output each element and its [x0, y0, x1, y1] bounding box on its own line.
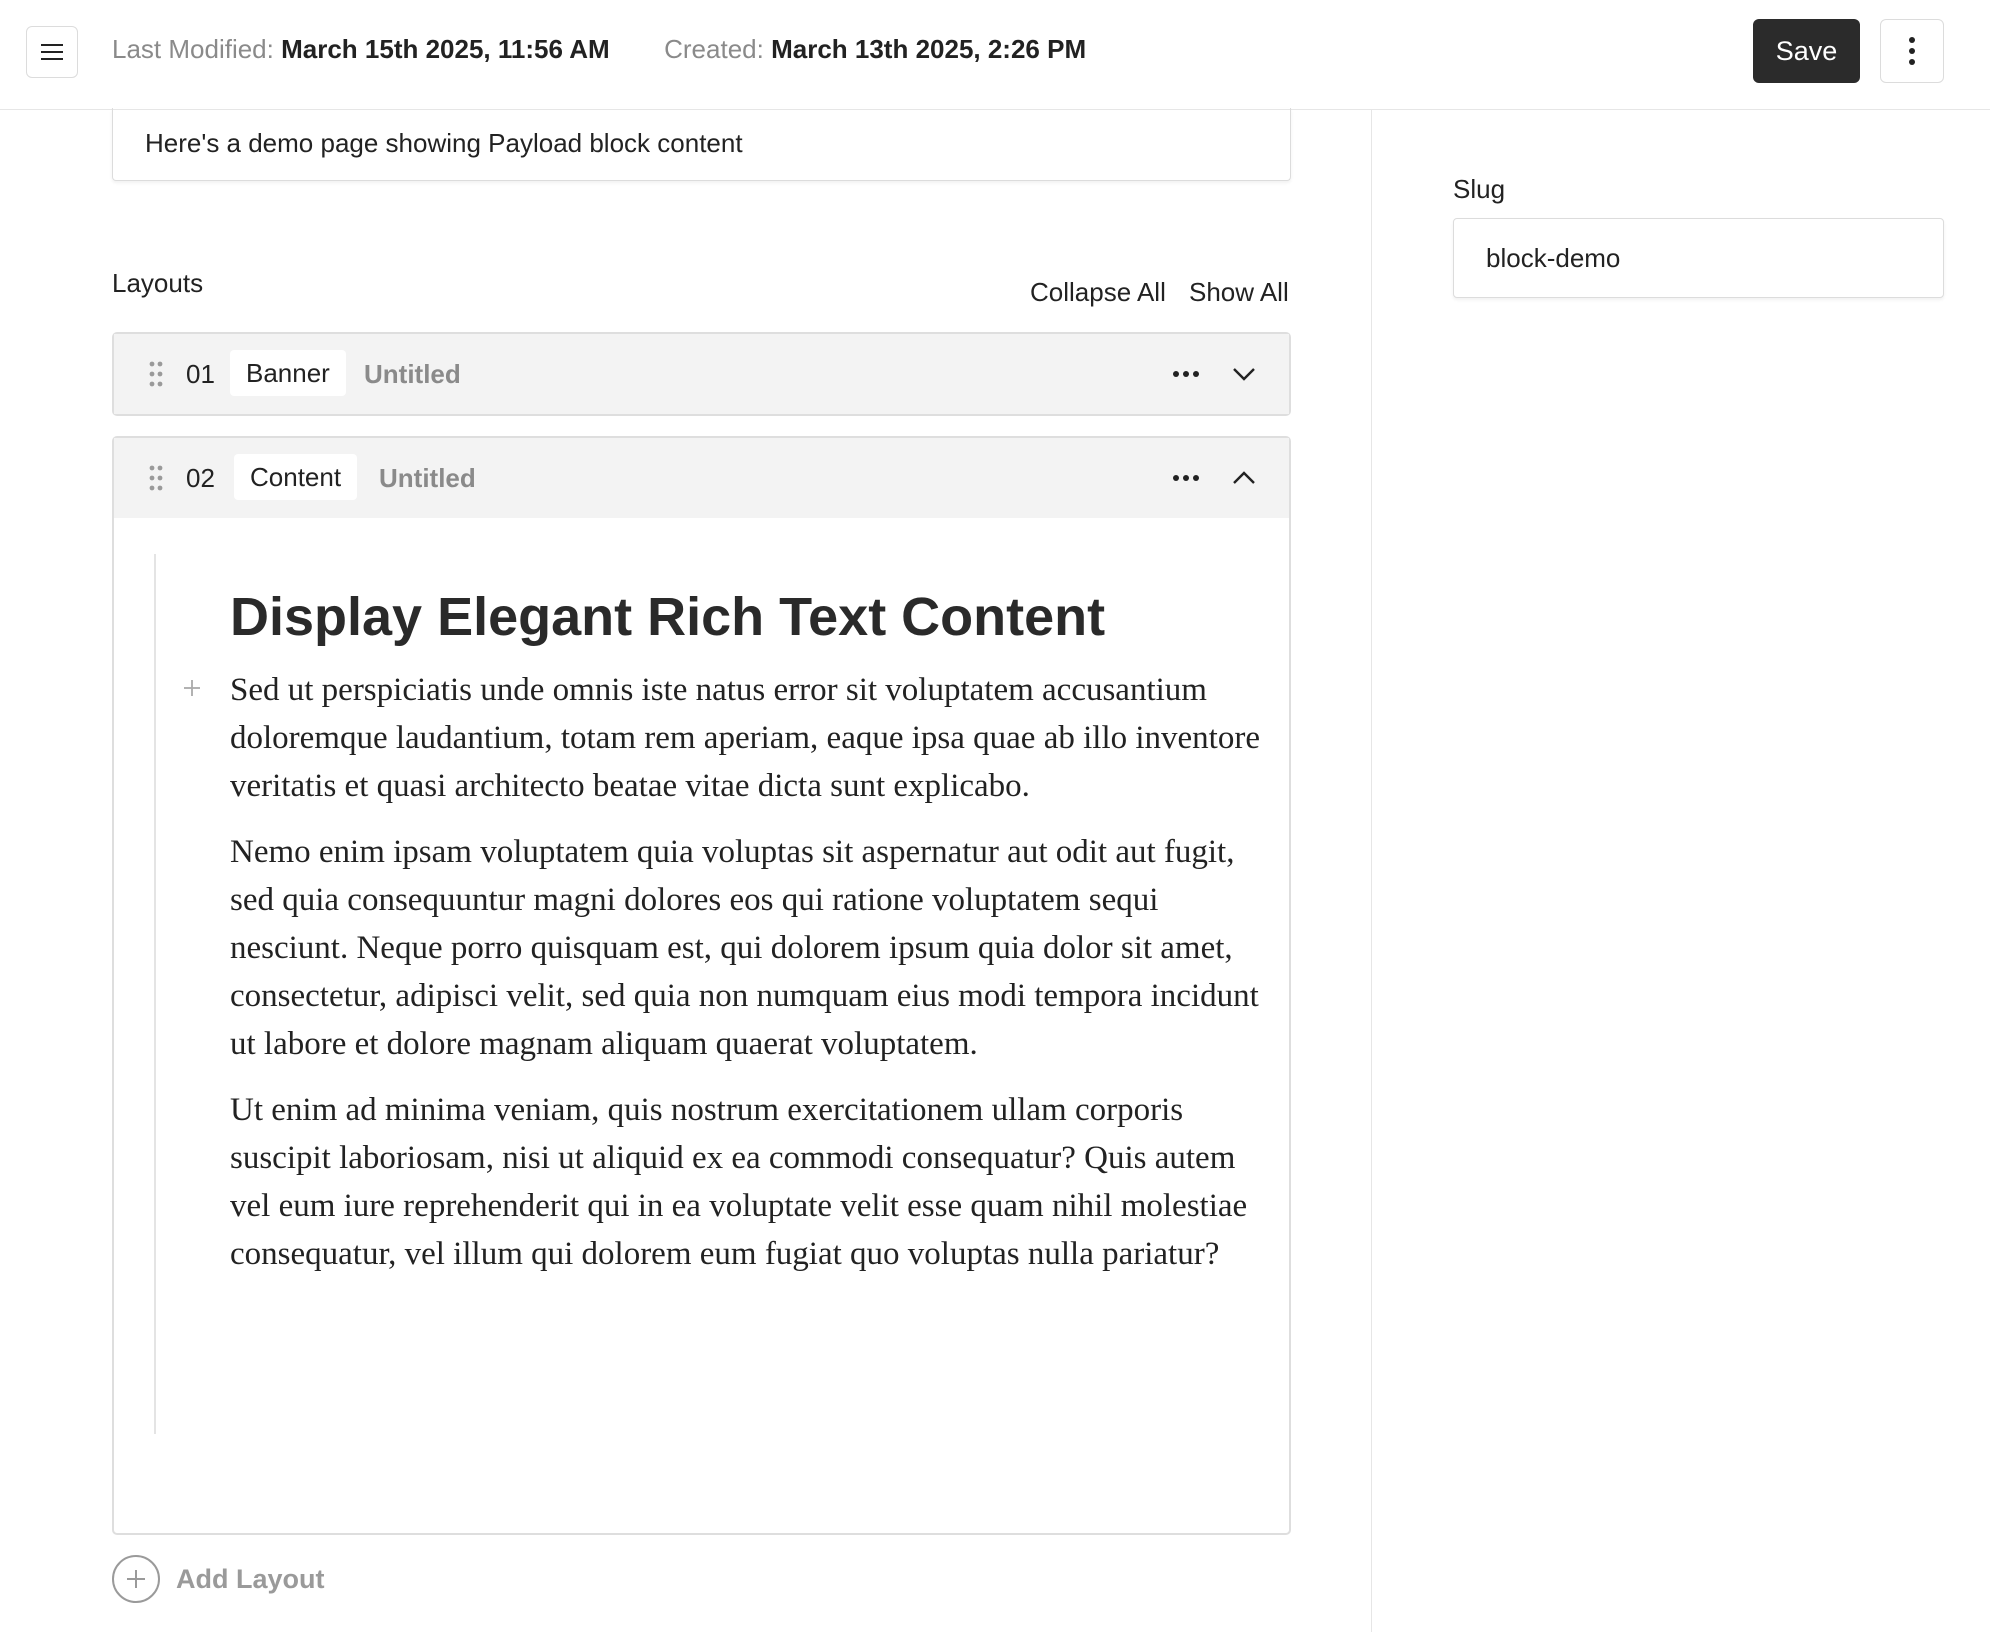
plus-icon[interactable]	[182, 678, 202, 698]
rich-text-body[interactable]: Sed ut perspiciatis unde omnis iste natu…	[230, 666, 1260, 1296]
layouts-label: Layouts	[112, 268, 204, 298]
block-number: 01	[186, 358, 215, 389]
hamburger-icon	[41, 44, 63, 60]
rich-text-editor[interactable]: Display Elegant Rich Text Content Sed ut…	[154, 554, 1264, 1434]
plus-circle-icon	[112, 1555, 160, 1603]
rich-text-paragraph[interactable]: Ut enim ad minima veniam, quis nostrum e…	[230, 1086, 1260, 1278]
block-number: 02	[186, 462, 215, 493]
sidebar-divider	[1371, 110, 1372, 1632]
save-button[interactable]: Save	[1753, 19, 1860, 83]
layout-block-banner: 01 Banner Untitled	[112, 332, 1291, 416]
collapse-all-button[interactable]: Collapse All	[1030, 277, 1166, 308]
editor-rule	[154, 554, 156, 1434]
kebab-icon	[1909, 37, 1915, 65]
ellipsis-icon[interactable]	[1172, 362, 1200, 386]
slug-label: Slug	[1453, 174, 1506, 204]
drag-handle-icon[interactable]	[148, 464, 164, 492]
document-meta: Last Modified: March 15th 2025, 11:56 AM…	[112, 34, 1086, 65]
rich-text-paragraph[interactable]: Sed ut perspiciatis unde omnis iste natu…	[230, 666, 1260, 810]
last-modified-label: Last Modified:	[112, 34, 274, 64]
block-title: Untitled	[379, 462, 476, 493]
layout-block-content: 02 Content Untitled Display Elegant Rich…	[112, 436, 1291, 1535]
block-title: Untitled	[364, 358, 461, 389]
rich-text-heading[interactable]: Display Elegant Rich Text Content	[230, 586, 1105, 648]
ellipsis-icon[interactable]	[1172, 466, 1200, 490]
menu-button[interactable]	[26, 26, 78, 78]
slug-input[interactable]	[1453, 218, 1944, 298]
add-layout-button[interactable]: Add Layout	[112, 1555, 325, 1603]
drag-handle-icon[interactable]	[148, 360, 164, 388]
chevron-down-icon[interactable]	[1230, 360, 1258, 388]
chevron-up-icon[interactable]	[1230, 464, 1258, 492]
more-options-button[interactable]	[1880, 19, 1944, 83]
created-value: March 13th 2025, 2:26 PM	[771, 34, 1087, 64]
last-modified-value: March 15th 2025, 11:56 AM	[281, 34, 610, 64]
created-label: Created:	[664, 34, 764, 64]
description-field[interactable]: Here's a demo page showing Payload block…	[112, 108, 1291, 181]
block-header[interactable]: 02 Content Untitled	[114, 438, 1289, 518]
add-layout-label: Add Layout	[176, 1563, 325, 1594]
block-type-badge: Content	[234, 454, 358, 500]
rich-text-paragraph[interactable]: Nemo enim ipsam voluptatem quia voluptas…	[230, 828, 1260, 1068]
document-header: Last Modified: March 15th 2025, 11:56 AM…	[0, 0, 1990, 110]
block-header[interactable]: 01 Banner Untitled	[114, 334, 1289, 414]
show-all-button[interactable]: Show All	[1189, 277, 1289, 308]
block-type-badge: Banner	[230, 350, 346, 396]
